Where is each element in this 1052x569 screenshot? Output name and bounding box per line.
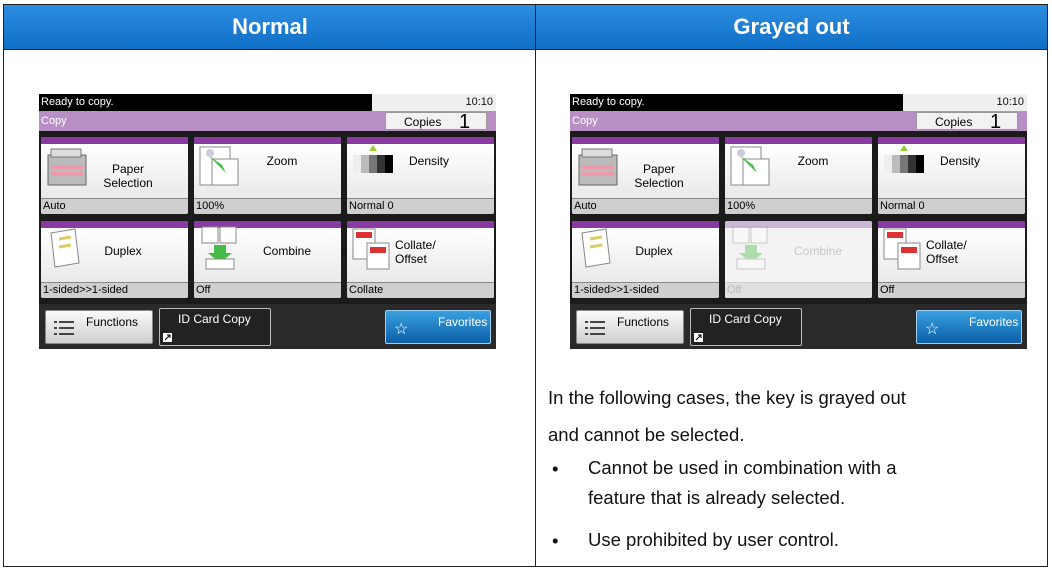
key-collate-offset[interactable]: Collate/ Offset Collate (347, 221, 494, 298)
bottom-bar: Functions ID Card Copy ☆ Favorites (39, 304, 496, 349)
duplex-icon (50, 228, 80, 268)
shortcut-icon (163, 333, 172, 342)
key-label: Density (939, 154, 980, 168)
bullet-1-line-1: Cannot be used in combination with a (588, 457, 897, 478)
list-icon (585, 321, 605, 335)
key-value: Off (725, 282, 872, 298)
key-zoom[interactable]: Zoom 100% (194, 137, 341, 214)
zoom-icon (730, 146, 770, 186)
key-value: Normal 0 (878, 198, 1025, 214)
status-text: Ready to copy. (41, 96, 114, 108)
id-card-copy-label: ID Card Copy (178, 312, 251, 326)
copies-count: 1 (990, 111, 1002, 133)
key-combine-grayed: Combine Off (725, 221, 872, 298)
key-label: Density (408, 154, 449, 168)
key-label: Collate/ Offset (926, 238, 967, 266)
key-duplex[interactable]: Duplex 1-sided>>1-sided (572, 221, 719, 298)
bullet-icon: • (552, 458, 559, 479)
description-line-1: In the following cases, the key is graye… (548, 387, 906, 408)
status-text: Ready to copy. (572, 96, 645, 108)
functions-button[interactable]: Functions (576, 310, 684, 344)
copies-button[interactable]: Copies 1 (916, 111, 1018, 133)
header-grayed-out: Grayed out (536, 5, 1047, 49)
id-card-copy-button[interactable]: ID Card Copy (690, 308, 802, 346)
collate-icon (883, 228, 921, 270)
status-bar: Ready to copy. 10:10 (570, 94, 1027, 111)
key-label: Paper Selection (634, 162, 684, 190)
copies-label: Copies (404, 115, 442, 129)
header-divider (4, 49, 1047, 50)
functions-label: Functions (86, 315, 139, 329)
shortcut-icon (694, 333, 703, 342)
key-density[interactable]: Density Normal 0 (878, 137, 1025, 214)
key-label: Combine (262, 244, 312, 258)
key-value: 100% (194, 198, 341, 214)
copy-panel-grayed: Ready to copy. 10:10 Copy Copies 1 Paper… (570, 94, 1027, 349)
copy-panel-normal: Ready to copy. 10:10 Copy Copies 1 Paper… (39, 94, 496, 349)
key-label: Duplex (635, 244, 673, 258)
copies-count: 1 (459, 111, 471, 133)
bullet-2-line-1: Use prohibited by user control. (588, 529, 839, 550)
status-bar: Ready to copy. 10:10 (39, 94, 496, 111)
key-value: Auto (41, 198, 188, 214)
mode-title: Copy (572, 115, 598, 127)
clock: 10:10 (465, 96, 493, 108)
copies-label: Copies (935, 115, 973, 129)
key-value: 1-sided>>1-sided (41, 282, 188, 298)
key-label: Paper Selection (103, 162, 153, 190)
bullet-icon: • (552, 530, 559, 551)
duplex-icon (581, 228, 611, 268)
clock: 10:10 (996, 96, 1024, 108)
combine-icon (732, 226, 768, 270)
key-label: Combine (793, 244, 843, 258)
key-density[interactable]: Density Normal 0 (347, 137, 494, 214)
functions-button[interactable]: Functions (45, 310, 153, 344)
density-icon (353, 145, 393, 173)
key-paper-selection[interactable]: Paper Selection Auto (41, 137, 188, 214)
zoom-icon (199, 146, 239, 186)
paper-tray-icon (47, 148, 87, 186)
key-value: 1-sided>>1-sided (572, 282, 719, 298)
paper-tray-icon (578, 148, 618, 186)
collate-icon (352, 228, 390, 270)
key-zoom[interactable]: Zoom 100% (725, 137, 872, 214)
favorites-button[interactable]: ☆ Favorites (385, 310, 491, 344)
id-card-copy-label: ID Card Copy (709, 312, 782, 326)
column-divider (535, 5, 536, 566)
key-duplex[interactable]: Duplex 1-sided>>1-sided (41, 221, 188, 298)
key-value: Normal 0 (347, 198, 494, 214)
combine-icon (201, 226, 237, 270)
id-card-copy-button[interactable]: ID Card Copy (159, 308, 271, 346)
star-icon: ☆ (394, 321, 409, 338)
density-icon (884, 145, 924, 173)
star-icon: ☆ (925, 321, 940, 338)
favorites-label: Favorites (969, 315, 1019, 329)
key-value: Off (194, 282, 341, 298)
favorites-label: Favorites (438, 315, 488, 329)
copies-button[interactable]: Copies 1 (385, 111, 487, 133)
key-label: Zoom (266, 154, 298, 168)
key-value: Collate (347, 282, 494, 298)
description-line-2: and cannot be selected. (548, 424, 745, 445)
list-icon (54, 321, 74, 335)
key-value: Off (878, 282, 1025, 298)
functions-label: Functions (617, 315, 670, 329)
header-normal: Normal (4, 5, 536, 49)
key-paper-selection[interactable]: Paper Selection Auto (572, 137, 719, 214)
bullet-1-line-2: feature that is already selected. (588, 487, 846, 508)
favorites-button[interactable]: ☆ Favorites (916, 310, 1022, 344)
key-label: Duplex (104, 244, 142, 258)
key-collate-offset[interactable]: Collate/ Offset Off (878, 221, 1025, 298)
key-value: Auto (572, 198, 719, 214)
bottom-bar: Functions ID Card Copy ☆ Favorites (570, 304, 1027, 349)
key-value: 100% (725, 198, 872, 214)
key-combine[interactable]: Combine Off (194, 221, 341, 298)
mode-title: Copy (41, 115, 67, 127)
key-label: Collate/ Offset (395, 238, 436, 266)
key-label: Zoom (797, 154, 829, 168)
